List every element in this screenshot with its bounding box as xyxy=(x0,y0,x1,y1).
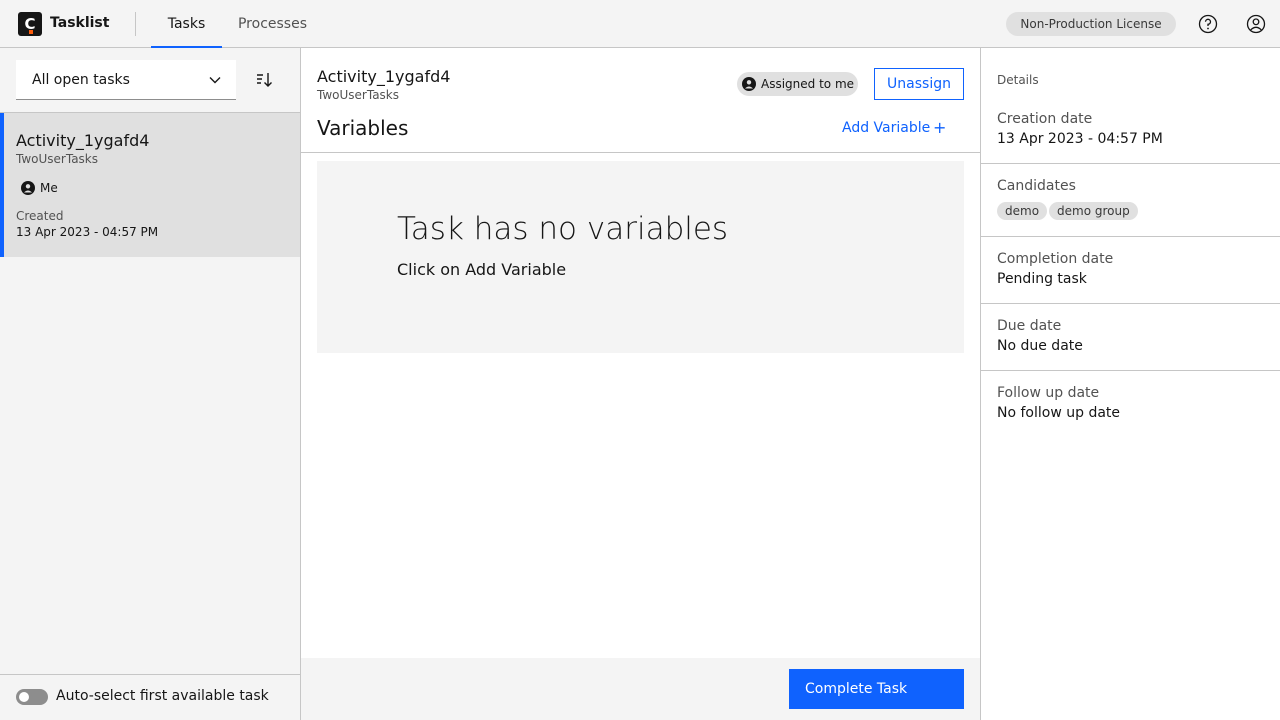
details-panel: Details Creation date 13 Apr 2023 - 04:5… xyxy=(980,48,1280,720)
task-card-created-value: 13 Apr 2023 - 04:57 PM xyxy=(16,225,159,239)
completion-date-label: Completion date xyxy=(997,251,1114,267)
task-card-created-label: Created xyxy=(16,209,64,223)
user-profile-icon[interactable] xyxy=(1246,14,1266,34)
variables-heading: Variables xyxy=(317,116,409,140)
assigned-status-label: Assigned to me xyxy=(761,77,855,91)
user-avatar-icon xyxy=(21,181,35,195)
task-title: Activity_1ygafd4 xyxy=(317,67,451,86)
task-card-name: Activity_1ygafd4 xyxy=(16,131,150,150)
creation-date-value: 13 Apr 2023 - 04:57 PM xyxy=(997,131,1163,147)
task-action-footer: Complete Task xyxy=(301,658,981,720)
task-list-item-selected[interactable]: Activity_1ygafd4 TwoUserTasks Me Created… xyxy=(0,113,300,257)
task-list-panel: All open tasks Activity_1ygafd4 TwoUserT… xyxy=(0,48,301,720)
due-date-section: Due date No due date xyxy=(981,303,1280,370)
app-title[interactable]: Tasklist xyxy=(50,15,109,31)
auto-select-label: Auto-select first available task xyxy=(56,688,269,704)
tab-tasks[interactable]: Tasks xyxy=(151,0,222,49)
task-process-name: TwoUserTasks xyxy=(317,88,400,102)
help-icon[interactable] xyxy=(1198,14,1218,34)
task-card-process: TwoUserTasks xyxy=(16,152,99,166)
completion-date-value: Pending task xyxy=(997,271,1087,287)
candidates-section: Candidates demo demo group xyxy=(981,163,1280,237)
due-date-label: Due date xyxy=(997,318,1062,334)
add-icon[interactable]: + xyxy=(933,118,946,137)
empty-state-subtitle: Click on Add Variable xyxy=(397,260,567,279)
follow-up-date-value: No follow up date xyxy=(997,405,1121,421)
task-detail-panel: Activity_1ygafd4 TwoUserTasks Assigned t… xyxy=(301,48,981,720)
task-filter-value: All open tasks xyxy=(32,72,130,88)
license-badge[interactable]: Non-Production License xyxy=(1006,12,1176,36)
tab-processes[interactable]: Processes xyxy=(230,0,315,48)
empty-variables-state: Task has no variables Click on Add Varia… xyxy=(317,161,964,353)
candidate-tag: demo group xyxy=(1049,202,1138,220)
candidate-tag: demo xyxy=(997,202,1048,220)
auto-select-footer: Auto-select first available task xyxy=(0,674,300,720)
follow-up-date-label: Follow up date xyxy=(997,385,1100,401)
task-filter-select[interactable]: All open tasks xyxy=(16,60,236,100)
auto-select-toggle[interactable] xyxy=(16,689,48,705)
empty-state-title: Task has no variables xyxy=(397,211,729,247)
add-variable-button[interactable]: Add Variable xyxy=(842,120,930,136)
due-date-value: No due date xyxy=(997,338,1083,354)
candidates-label: Candidates xyxy=(997,178,1076,194)
task-card-assignee: Me xyxy=(40,181,58,195)
complete-task-button[interactable]: Complete Task xyxy=(789,669,964,709)
creation-date-section: Creation date 13 Apr 2023 - 04:57 PM xyxy=(981,104,1280,164)
assigned-status-tag: Assigned to me xyxy=(737,72,858,96)
top-header: C Tasklist Tasks Processes Non-Productio… xyxy=(0,0,1280,49)
completion-date-section: Completion date Pending task xyxy=(981,236,1280,303)
creation-date-label: Creation date xyxy=(997,111,1093,127)
camunda-logo-icon[interactable]: C xyxy=(18,12,42,36)
chevron-down-icon xyxy=(209,77,221,84)
variables-divider xyxy=(301,152,981,153)
details-heading: Details xyxy=(997,73,1039,87)
unassign-button[interactable]: Unassign xyxy=(874,68,964,100)
follow-up-date-section: Follow up date No follow up date xyxy=(981,370,1280,437)
user-avatar-icon xyxy=(742,77,756,91)
header-divider xyxy=(135,12,136,36)
sort-icon[interactable] xyxy=(252,68,276,92)
